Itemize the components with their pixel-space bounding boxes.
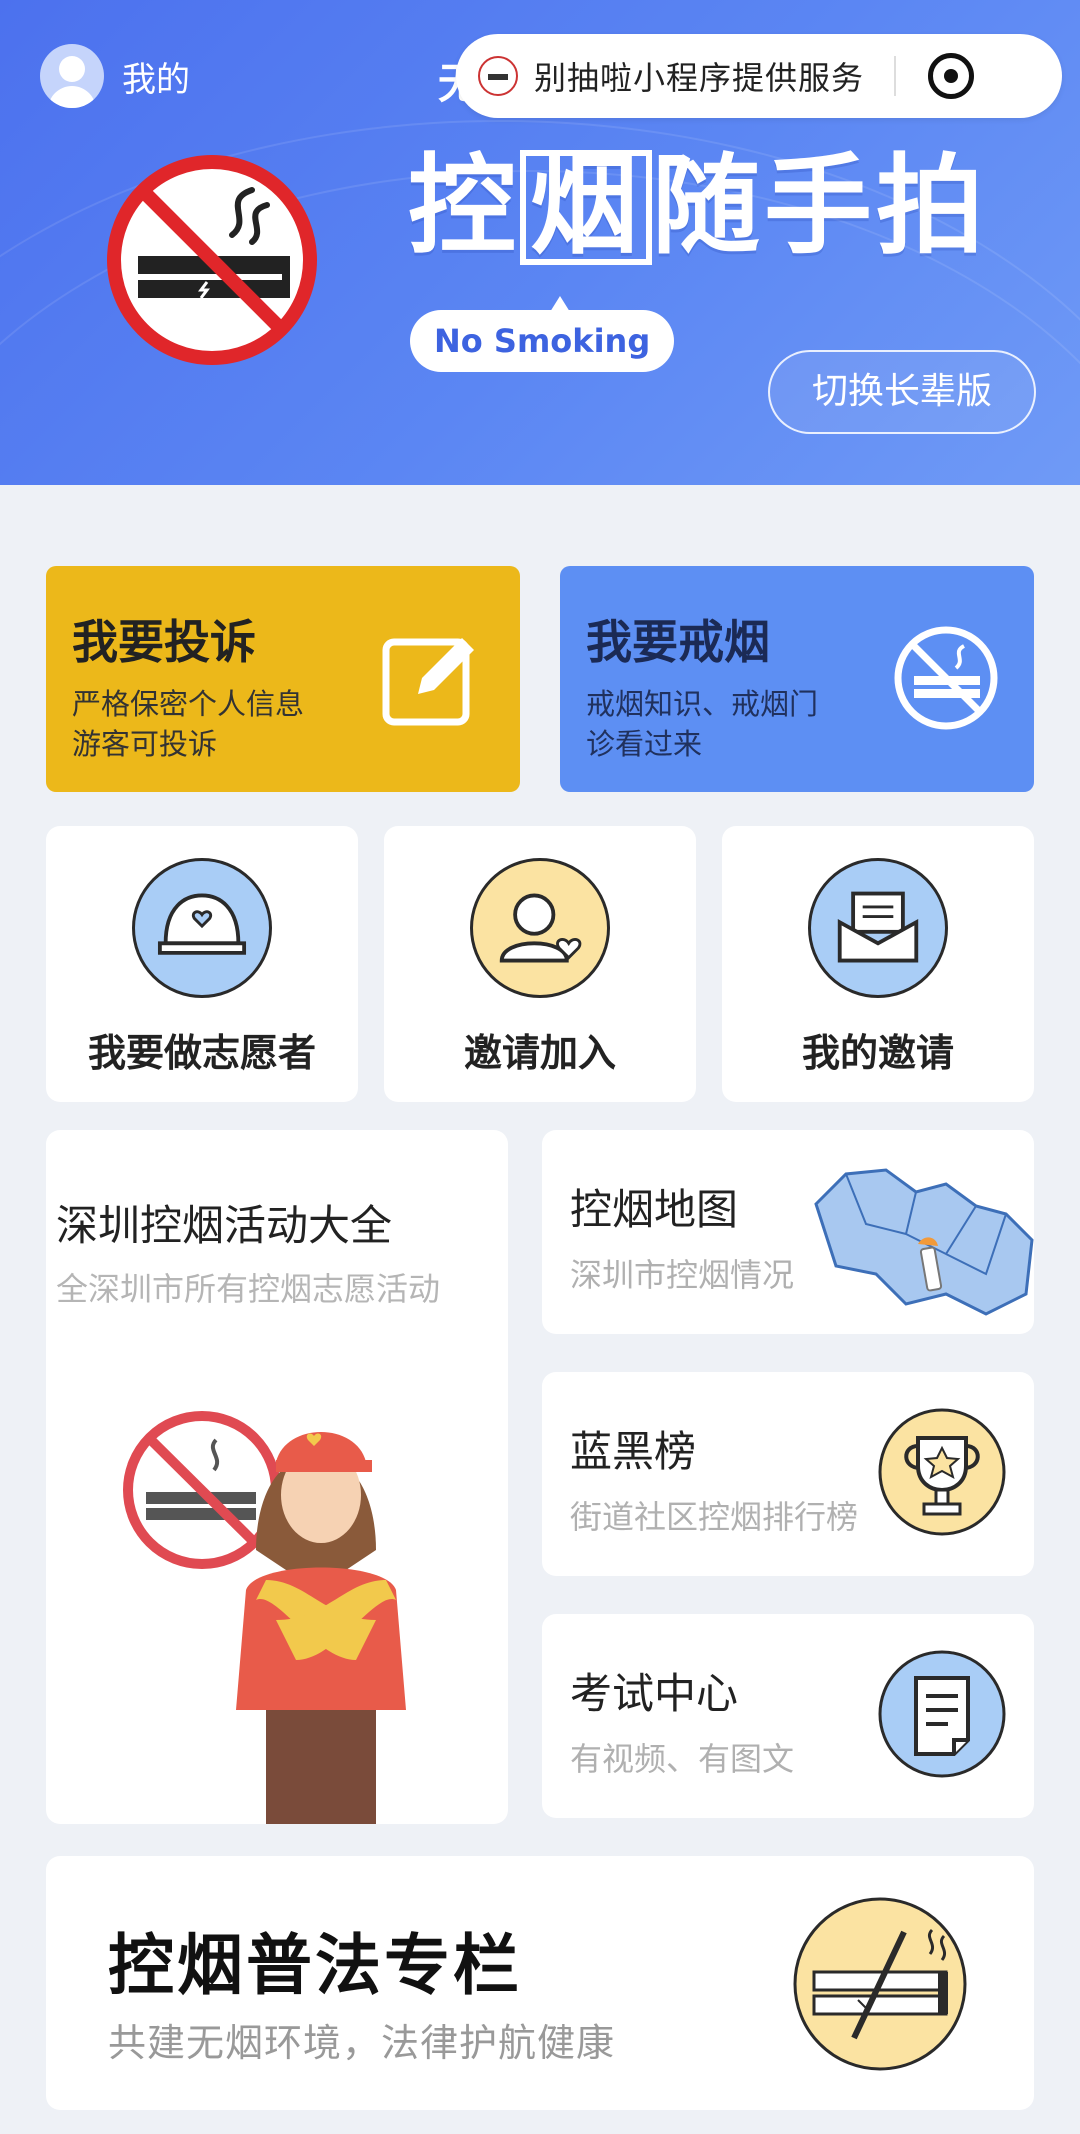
miniprogram-capsule[interactable]: 别抽啦小程序提供服务	[456, 34, 1062, 118]
close-target-icon[interactable]	[928, 53, 975, 99]
map-subtitle: 深圳市控烟情况	[570, 1256, 795, 1294]
capsule-divider	[894, 56, 897, 96]
document-icon	[878, 1650, 1006, 1778]
smoke-control-map-card[interactable]: 控烟地图 深圳市控烟情况	[542, 1130, 1034, 1334]
quit-title: 我要戒烟	[586, 615, 770, 669]
quit-smoking-card[interactable]: 我要戒烟 戒烟知识、戒烟门 诊看过来	[560, 566, 1034, 792]
no-smoking-badge: No Smoking	[410, 296, 675, 372]
complain-subtitle: 严格保密个人信息 游客可投诉	[72, 687, 305, 761]
exam-subtitle: 有视频、有图文	[570, 1740, 795, 1778]
edit-icon	[382, 638, 474, 726]
invite-label: 邀请加入	[463, 1031, 616, 1075]
volunteer-card[interactable]: 我要做志愿者	[46, 826, 358, 1102]
my-invites-label: 我的邀请	[801, 1031, 954, 1075]
no-smoking-sign-icon	[107, 155, 317, 365]
activity-subtitle: 全深圳市所有控烟志愿活动	[56, 1270, 441, 1308]
law-subtitle: 共建无烟环境，法律护航健康	[108, 2021, 616, 2065]
invite-card[interactable]: 邀请加入	[384, 826, 696, 1102]
activity-title: 深圳控烟活动大全	[56, 1201, 393, 1250]
profile-entry[interactable]: 我的	[40, 44, 190, 108]
law-title: 控烟普法专栏	[108, 1927, 522, 2004]
complain-title: 我要投诉	[72, 615, 256, 669]
exam-title: 考试中心	[570, 1669, 739, 1718]
avatar-icon[interactable]	[40, 44, 104, 108]
quit-subtitle: 戒烟知识、戒烟门 诊看过来	[586, 687, 819, 761]
no-smoking-icon	[894, 626, 998, 730]
law-column-card[interactable]: 控烟普法专栏 共建无烟环境，法律护航健康	[46, 1856, 1034, 2110]
volunteer-illustration	[123, 1411, 406, 1824]
rank-subtitle: 街道社区控烟排行榜	[570, 1498, 859, 1536]
header-banner: 我的 无 别抽啦小程序提供服务 控烟随手拍 No Smoking 切换长辈版	[0, 0, 1080, 485]
capsule-service-text[interactable]: 别抽啦小程序提供服务	[534, 53, 864, 99]
profile-label[interactable]: 我的	[122, 52, 190, 101]
invite-person-icon	[470, 858, 610, 998]
my-invites-card[interactable]: 我的邀请	[722, 826, 1034, 1102]
trophy-icon	[878, 1408, 1006, 1536]
complain-card[interactable]: 我要投诉 严格保密个人信息 游客可投诉	[46, 566, 520, 792]
map-icon	[814, 1168, 1034, 1316]
hero-title: 控烟随手拍	[408, 144, 989, 269]
cigarette-ban-icon	[793, 1897, 967, 2071]
envelope-icon	[808, 858, 948, 998]
miniprogram-logo-icon	[478, 56, 518, 96]
switch-elder-mode-button[interactable]: 切换长辈版	[768, 350, 1036, 434]
activity-card[interactable]: 深圳控烟活动大全 全深圳市所有控烟志愿活动	[46, 1130, 508, 1824]
exam-center-card[interactable]: 考试中心 有视频、有图文	[542, 1614, 1034, 1818]
volunteer-cap-icon	[132, 858, 272, 998]
blue-black-list-card[interactable]: 蓝黑榜 街道社区控烟排行榜	[542, 1372, 1034, 1576]
volunteer-label: 我要做志愿者	[87, 1031, 316, 1075]
map-title: 控烟地图	[570, 1185, 739, 1234]
rank-title: 蓝黑榜	[570, 1427, 697, 1476]
